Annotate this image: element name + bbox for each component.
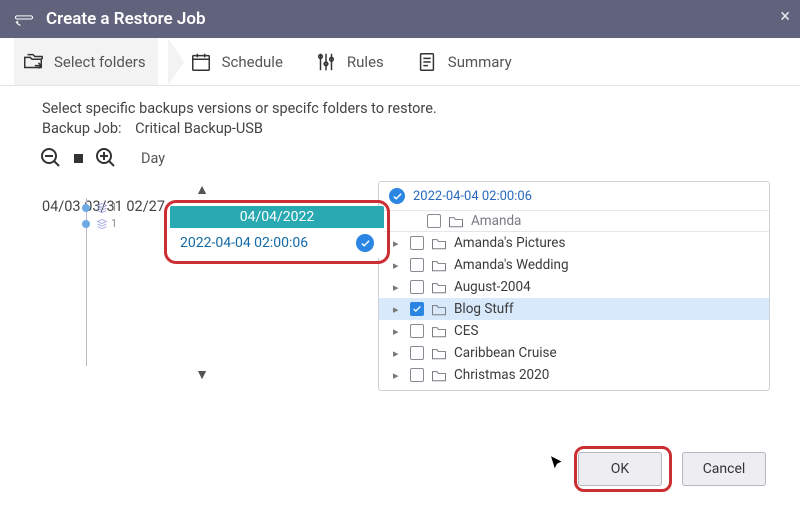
timeline-tick: 02/27 — [126, 198, 165, 215]
tree-row[interactable]: Amanda — [379, 211, 769, 232]
timeline-count: 1 — [96, 217, 117, 230]
folder-icon — [431, 303, 447, 316]
step-rules[interactable]: Rules — [315, 51, 384, 73]
tree-row[interactable]: ▸ Amanda's Wedding — [379, 254, 769, 276]
job-value: Critical Backup-USB — [125, 120, 263, 137]
folder-label: August-2004 — [454, 279, 531, 295]
expand-chevron-icon[interactable]: ▸ — [393, 347, 403, 360]
expand-chevron-icon[interactable]: ▸ — [393, 281, 403, 294]
timeline-scroll-down[interactable]: ▼ — [42, 366, 362, 383]
checkbox[interactable] — [410, 302, 424, 316]
zoom-controls: Day — [38, 145, 770, 171]
checkbox[interactable] — [410, 258, 424, 272]
snapshot-date[interactable]: 04/04/2022 — [170, 206, 384, 228]
timeline-scroll-up[interactable]: ▲ — [42, 181, 362, 198]
restore-job-dialog: Create a Restore Job × Select folders Sc… — [0, 0, 800, 506]
expand-chevron-icon[interactable]: ▸ — [393, 325, 403, 338]
checkbox[interactable] — [427, 214, 441, 228]
checkbox[interactable] — [410, 236, 424, 250]
job-row: Backup Job: Critical Backup-USB — [42, 120, 770, 137]
selected-check-icon — [356, 234, 374, 252]
calendar-icon — [190, 51, 212, 73]
folder-icon — [431, 325, 447, 338]
folder-icon — [431, 369, 447, 382]
summary-icon — [416, 51, 438, 73]
folder-icon — [431, 237, 447, 250]
wizard-steps: Select folders Schedule Rules Summary — [0, 38, 800, 86]
checkbox[interactable] — [410, 368, 424, 382]
cancel-button[interactable]: Cancel — [682, 452, 766, 486]
folder-label: Amanda's Wedding — [454, 257, 569, 273]
zoom-out-button[interactable] — [38, 145, 64, 171]
folder-icon — [431, 259, 447, 272]
folders-icon — [22, 51, 44, 73]
timeline: ▲ 04/03 03/31 02/27 1 1 04/04/2022 2022-… — [42, 181, 362, 391]
cursor-icon — [548, 454, 566, 476]
tree-row[interactable]: ▸ CES — [379, 320, 769, 342]
step-label: Rules — [347, 53, 384, 71]
tree-row[interactable]: ▸ Blog Stuff — [379, 298, 769, 320]
expand-chevron-icon[interactable]: ▸ — [393, 259, 403, 272]
zoom-in-button[interactable] — [93, 145, 119, 171]
dialog-title: Create a Restore Job — [46, 9, 206, 29]
expand-chevron-icon[interactable]: ▸ — [393, 369, 403, 382]
zoom-unit-label: Day — [141, 150, 165, 167]
folder-label: CES — [454, 323, 478, 339]
folder-icon — [431, 281, 447, 294]
job-label: Backup Job: — [42, 120, 122, 137]
step-label: Summary — [448, 53, 512, 71]
expand-chevron-icon[interactable]: ▸ — [393, 237, 403, 250]
timeline-count: 1 — [96, 201, 117, 214]
tree-header-time: 2022-04-04 02:00:06 — [413, 189, 532, 204]
step-schedule[interactable]: Schedule — [190, 51, 283, 73]
close-icon[interactable]: × — [780, 6, 790, 27]
checkbox[interactable] — [410, 324, 424, 338]
step-select-folders[interactable]: Select folders — [14, 38, 158, 85]
folder-tree-panel: 2022-04-04 02:00:06 Amanda ▸ Amanda's Pic… — [378, 181, 770, 391]
content-area: Select specific backups versions or spec… — [0, 86, 800, 438]
zoom-reset-button[interactable] — [74, 154, 83, 163]
tree-row[interactable]: ▸ Amanda's Pictures — [379, 232, 769, 254]
titlebar: Create a Restore Job × — [0, 0, 800, 38]
snapshot-highlight: 04/04/2022 2022-04-04 02:00:06 — [164, 200, 390, 264]
folder-label: Amanda — [471, 213, 521, 229]
ok-button[interactable]: OK — [578, 452, 662, 486]
sliders-icon — [315, 51, 337, 73]
snapshot-time-label: 2022-04-04 02:00:06 — [180, 235, 308, 251]
tree-row[interactable]: ▸ August-2004 — [379, 276, 769, 298]
timeline-dot[interactable] — [82, 204, 90, 212]
tree-row[interactable]: ▸ Caribbean Cruise — [379, 342, 769, 364]
timeline-tick: 04/03 — [42, 198, 81, 215]
step-label: Schedule — [222, 53, 283, 71]
folder-tree: Amanda ▸ Amanda's Pictures ▸ Amanda's Weddi… — [379, 211, 769, 386]
folder-icon — [431, 347, 447, 360]
timeline-dot[interactable] — [82, 220, 90, 228]
tree-header[interactable]: 2022-04-04 02:00:06 — [379, 182, 769, 211]
expand-chevron-icon[interactable]: ▸ — [393, 303, 403, 316]
folder-label: Amanda's Pictures — [454, 235, 565, 251]
step-label: Select folders — [54, 53, 146, 71]
folder-label: Blog Stuff — [454, 301, 514, 317]
checkbox[interactable] — [410, 346, 424, 360]
instruction-text: Select specific backups versions or spec… — [42, 100, 770, 117]
tree-row[interactable]: ▸ Christmas 2020 — [379, 364, 769, 386]
folder-label: Christmas 2020 — [454, 367, 549, 383]
snapshot-entry[interactable]: 2022-04-04 02:00:06 — [170, 228, 384, 258]
checkbox[interactable] — [410, 280, 424, 294]
dialog-footer: OK Cancel — [0, 438, 800, 506]
selected-check-icon — [389, 188, 405, 204]
folder-icon — [448, 215, 464, 228]
folder-label: Caribbean Cruise — [454, 345, 557, 361]
step-summary[interactable]: Summary — [416, 51, 512, 73]
restore-icon — [14, 12, 34, 26]
